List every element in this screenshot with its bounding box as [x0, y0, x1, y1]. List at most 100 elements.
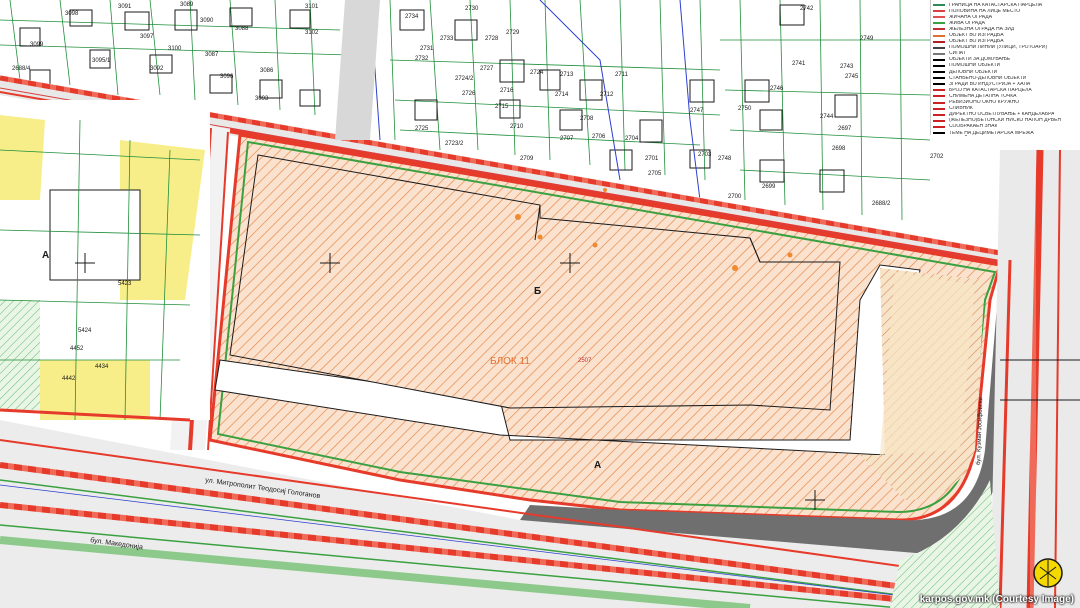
legend-item-label: ПОЛОВИНА НА ЛИЦЕ МЕСТО [949, 8, 1021, 14]
svg-text:2724/2: 2724/2 [455, 76, 474, 82]
legend-swatch-icon [933, 89, 945, 92]
legend-item-label: СНИМЕНА ДЕТАЛНА ТОЧКА [949, 93, 1017, 99]
svg-text:3091: 3091 [118, 4, 132, 10]
svg-text:2708: 2708 [580, 116, 594, 122]
legend-swatch-icon [933, 125, 945, 128]
svg-text:2710: 2710 [510, 124, 524, 130]
svg-text:3102: 3102 [305, 30, 319, 36]
svg-text:2734: 2734 [405, 14, 419, 20]
east-road [990, 149, 1080, 608]
legend-swatch-icon [933, 28, 945, 31]
legend-item-label: ОБЈЕКТ ВО ИЗГРАДБА [949, 33, 1004, 39]
legend-swatch-icon [933, 119, 945, 122]
legend-item-label: СТАНБЕНО-ДЕЛОВНИ ОБЈЕКТИ [949, 75, 1027, 81]
svg-text:2699: 2699 [762, 184, 776, 190]
legend-item-label: ТЕМЕ НА ДЕЦИМЕТАРСКА МРЕЖА [949, 130, 1034, 136]
svg-text:3097: 3097 [140, 34, 154, 40]
svg-text:5424: 5424 [78, 328, 92, 334]
legend-item-label: ЖЕЛЕЗНА ОГРАДА НА ЗИД [949, 26, 1015, 32]
legend-item-label: ДЕЛОВНИ ОБЈЕКТИ [949, 69, 998, 75]
legend-item-label: ОБЈЕКТ ВО ИЗГРАДБА [949, 39, 1004, 45]
svg-text:2742: 2742 [800, 6, 814, 12]
svg-text:2743: 2743 [840, 64, 854, 70]
svg-text:2688/2: 2688/2 [872, 201, 891, 207]
legend-item-label: СЛИВНИК [949, 106, 973, 112]
legend-item-label: ЖИЧАНА ОГРАДА [949, 14, 993, 20]
legend-item-label: (ЖЕЛЕЗНО)БЕТОНСКИ НИСКО НАПОН ДРВЕН [949, 118, 1062, 124]
zone-b-label: Б [534, 286, 541, 297]
svg-text:2703: 2703 [698, 152, 712, 158]
legend-item-label: ГРАНИЦА НА КАТАСТАРСКА ПАРЦЕЛА [949, 2, 1043, 8]
svg-text:2728: 2728 [485, 36, 499, 42]
svg-text:2727: 2727 [480, 66, 494, 72]
svg-text:3095/1: 3095/1 [92, 58, 111, 64]
svg-text:2745: 2745 [845, 74, 859, 80]
svg-text:2701: 2701 [645, 156, 659, 162]
svg-text:3087: 3087 [205, 52, 219, 58]
svg-text:3093: 3093 [255, 96, 269, 102]
legend-item[interactable]: (ЖЕЛЕЗНО)БЕТОНСКИ НИСКО НАПОН ДРВЕН [933, 118, 1078, 124]
zone-a-label: А [594, 460, 601, 471]
cadastral-plan-map[interactable]: Б БЛОК 11 2507 А А ул. Митрополит Теодос… [0, 0, 1080, 608]
svg-text:2732: 2732 [415, 56, 429, 62]
svg-text:4434: 4434 [95, 364, 109, 370]
svg-text:3088: 3088 [235, 26, 249, 32]
svg-text:2726: 2726 [462, 91, 476, 97]
legend-swatch-icon [933, 10, 945, 13]
svg-text:2746: 2746 [770, 86, 784, 92]
svg-text:2697: 2697 [838, 126, 852, 132]
legend-item-label: СООБРАЌАЕН ЗНАК [949, 124, 998, 130]
block-number: 2507 [578, 358, 592, 364]
svg-text:3096: 3096 [220, 74, 234, 80]
legend-swatch-icon [933, 132, 945, 135]
svg-text:2730: 2730 [465, 6, 479, 12]
svg-text:2724: 2724 [530, 70, 544, 76]
svg-text:2712: 2712 [600, 92, 614, 98]
svg-text:2709: 2709 [520, 156, 534, 162]
svg-text:3092: 3092 [150, 66, 164, 72]
legend-swatch-icon [933, 83, 945, 86]
image-credit: karpos.gov.mk (Courtesy Image) [919, 594, 1074, 605]
svg-text:2715: 2715 [495, 104, 509, 110]
legend-swatch-icon [933, 113, 945, 116]
legend-swatch-icon [933, 46, 945, 49]
legend-swatch-icon [933, 95, 945, 98]
svg-text:2748: 2748 [718, 156, 732, 162]
svg-text:4442: 4442 [62, 376, 76, 382]
legend-item[interactable]: ТЕМЕ НА ДЕЦИМЕТАРСКА МРЕЖА [933, 130, 1078, 136]
legend-item-label: БРОЈ НА КАТАСТАРСКА ПАРЦЕЛА [949, 87, 1032, 93]
legend-swatch-icon [933, 22, 945, 25]
legend-swatch-icon [933, 77, 945, 80]
legend-item-label: ПОМОШНИ ЛИНИИ (УЛИЦИ, ТРОТОАРИ) [949, 45, 1048, 51]
legend-swatch-icon [933, 101, 945, 104]
svg-text:3099: 3099 [30, 42, 44, 48]
legend-swatch-icon [933, 34, 945, 37]
svg-text:2729: 2729 [506, 30, 520, 36]
legend-swatch-icon [933, 40, 945, 43]
svg-text:2706: 2706 [592, 134, 606, 140]
svg-text:2704: 2704 [625, 136, 639, 142]
svg-text:2688/4: 2688/4 [12, 66, 31, 72]
svg-text:2744: 2744 [820, 114, 834, 120]
legend-swatch-icon [933, 71, 945, 74]
legend-item-label: РЕВИЗИОНО ОКНО КРУЖНО [949, 100, 1020, 106]
svg-text:2741: 2741 [792, 61, 806, 67]
svg-text:2731: 2731 [420, 46, 434, 52]
svg-text:3090: 3090 [200, 18, 214, 24]
legend-item-label: ЗГРАДИ ВО ИНДУСТРИЈА + ХАЛА [949, 81, 1031, 87]
svg-text:4452: 4452 [70, 346, 84, 352]
svg-text:2714: 2714 [555, 92, 569, 98]
svg-text:2711: 2711 [615, 72, 629, 78]
svg-text:3100: 3100 [168, 46, 182, 52]
map-legend: ГРАНИЦА НА КАТАСТАРСКА ПАРЦЕЛА ПОЛОВИНА Н… [930, 0, 1080, 135]
svg-text:2702: 2702 [930, 154, 944, 160]
svg-text:2747: 2747 [690, 108, 704, 114]
svg-text:2700: 2700 [728, 194, 742, 200]
zone-a-left-label: А [42, 250, 49, 261]
svg-text:3101: 3101 [305, 4, 319, 10]
legend-swatch-icon [933, 64, 945, 67]
legend-swatch-icon [933, 52, 945, 55]
svg-text:2716: 2716 [500, 88, 514, 94]
svg-text:2723/2: 2723/2 [445, 141, 464, 147]
svg-text:2725: 2725 [415, 126, 429, 132]
